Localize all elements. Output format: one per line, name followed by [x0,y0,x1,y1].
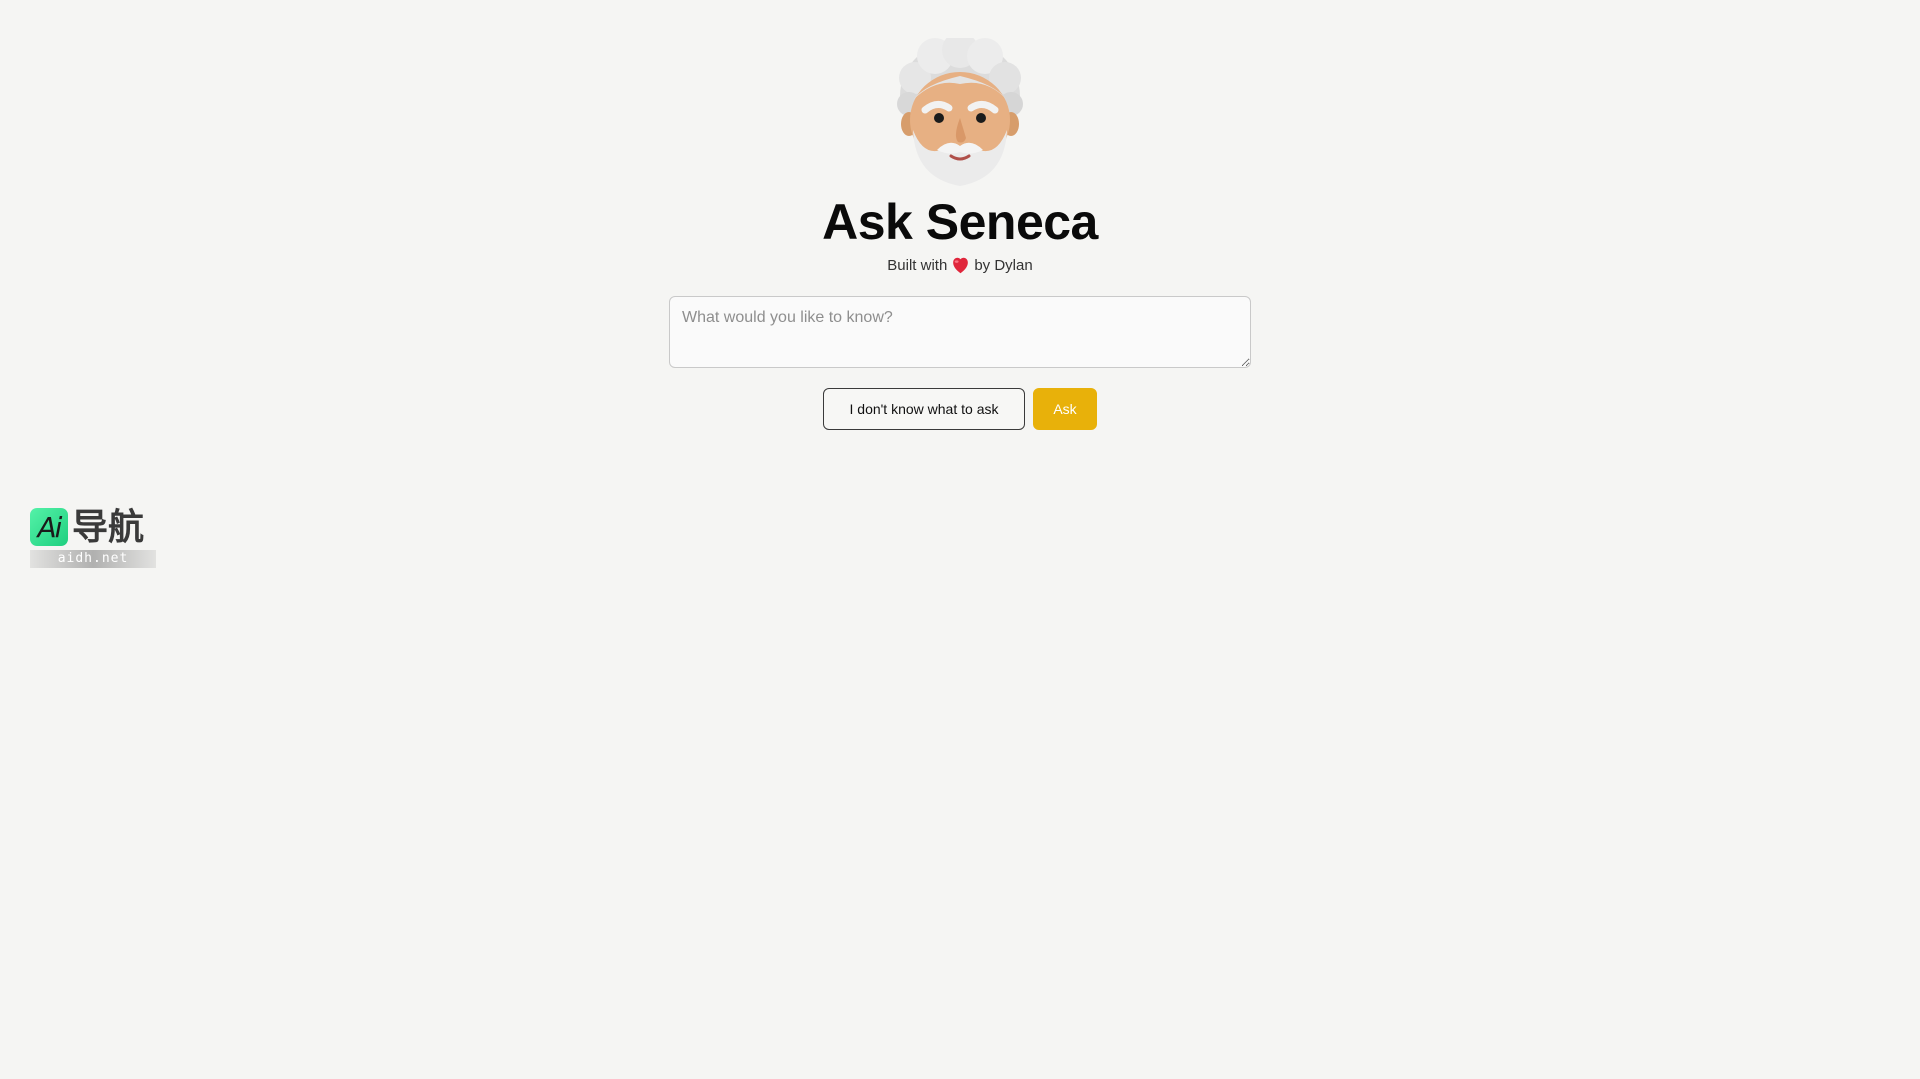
hero-section: Ask Seneca Built with by Dylan I don't k… [0,0,1920,430]
byline: Built with by Dylan [887,254,1032,276]
question-input[interactable] [669,296,1251,368]
watermark-ai-badge: Ai [30,508,68,546]
watermark-logo: Ai 导航 aidh.net [30,506,156,572]
byline-suffix: by Dylan [974,256,1033,274]
action-buttons: I don't know what to ask Ask [823,388,1097,430]
ask-button[interactable]: Ask [1033,388,1097,430]
watermark-url: aidh.net [30,550,156,568]
page: Ask Seneca Built with by Dylan I don't k… [0,0,1920,1079]
seneca-avatar-icon [897,38,1023,186]
page-title: Ask Seneca [822,194,1098,250]
watermark-text: 导航 [72,507,145,548]
byline-prefix: Built with [887,256,948,274]
heart-icon [953,257,969,273]
random-question-button[interactable]: I don't know what to ask [823,388,1025,430]
